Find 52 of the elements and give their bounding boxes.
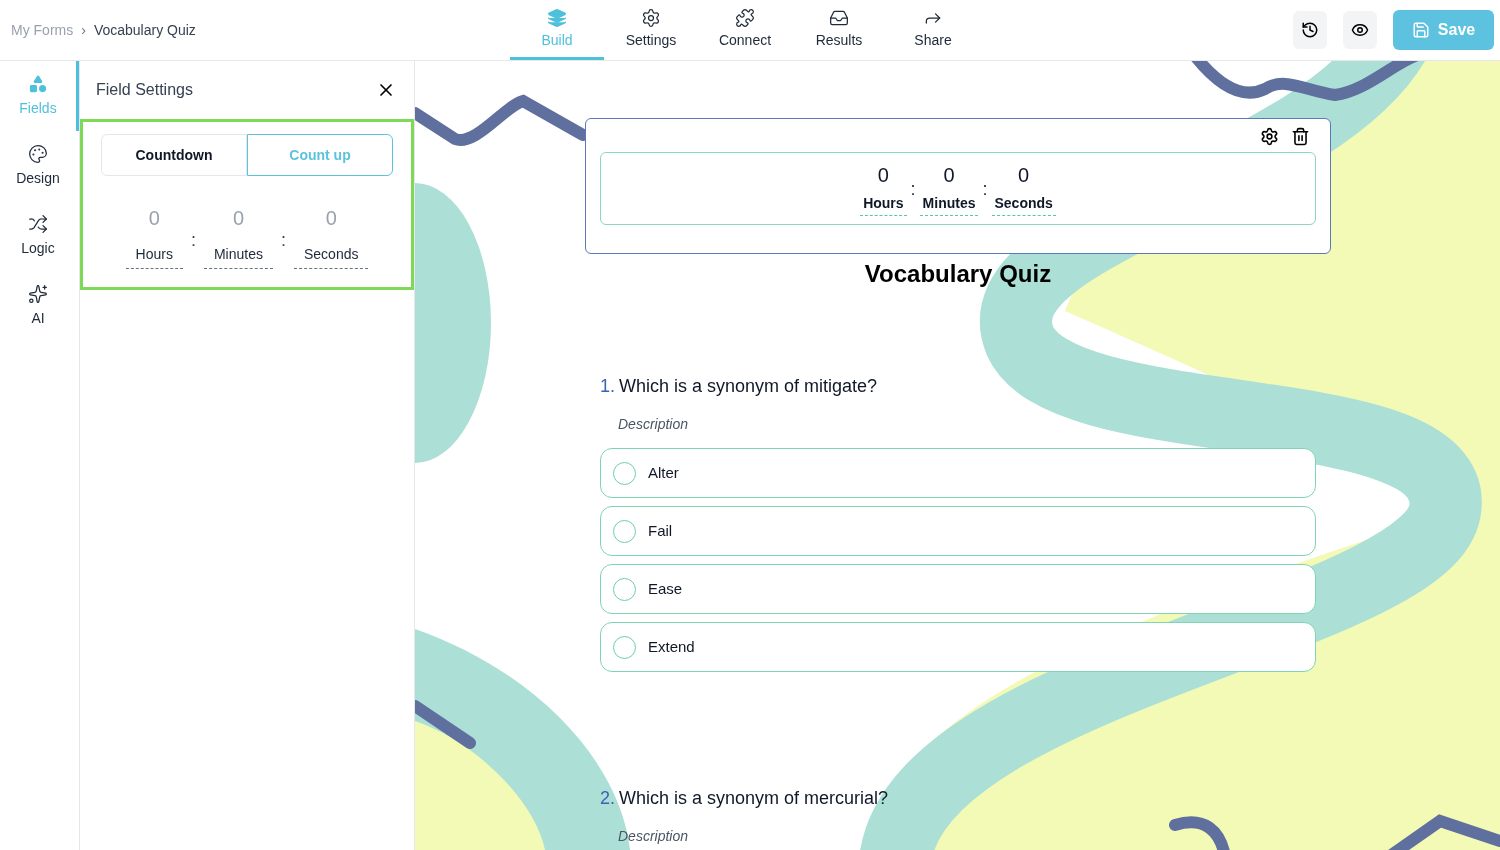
time-value: 0 [1018, 163, 1030, 188]
time-value: 0 [148, 206, 160, 231]
time-unit-label[interactable]: Seconds [991, 193, 1056, 216]
time-unit-label[interactable]: Minutes [203, 244, 273, 269]
sidebar-item[interactable]: Logic [0, 201, 79, 271]
timer-field-card[interactable]: 0 Hours : 0 Minutes : 0 Seconds [585, 118, 1331, 254]
nav-tab[interactable]: Connect [698, 0, 792, 60]
time-unit-label[interactable]: Minutes [919, 193, 979, 216]
nav-tab[interactable]: Settings [604, 0, 698, 60]
colon-separator: : [981, 178, 989, 201]
puzzle-icon [735, 7, 755, 28]
answer-option[interactable]: Ease [600, 564, 1316, 614]
time-unit-label[interactable]: Hours [860, 193, 907, 216]
breadcrumb-separator: › [81, 21, 86, 40]
sparkles-icon [28, 284, 48, 304]
question-description: Description [617, 827, 690, 846]
time-value: 0 [232, 206, 244, 231]
preview-button[interactable] [1343, 11, 1377, 49]
colon-separator: : [279, 229, 287, 252]
shuffle-icon [28, 214, 48, 234]
gear-icon [641, 7, 661, 28]
gear-icon[interactable] [1260, 127, 1279, 146]
nav-tab[interactable]: Share [886, 0, 980, 60]
colon-separator: : [189, 229, 197, 252]
question-text: Which is a synonym of mitigate? [619, 375, 878, 398]
question-description: Description [617, 415, 690, 434]
panel-title: Field Settings [96, 80, 193, 100]
form-title: Vocabulary Quiz [863, 259, 1053, 289]
sidebar-item[interactable]: Design [0, 131, 79, 201]
shapes-icon [28, 74, 48, 94]
sidebar-item[interactable]: AI [0, 271, 79, 341]
breadcrumb-current: Vocabulary Quiz [93, 21, 196, 40]
history-icon [1301, 21, 1319, 39]
trash-icon[interactable] [1291, 127, 1310, 146]
history-button[interactable] [1293, 11, 1327, 49]
time-value: 0 [325, 206, 337, 231]
question-number: 1. [600, 375, 615, 398]
layers-icon [547, 7, 567, 28]
answer-option[interactable]: Alter [600, 448, 1316, 498]
answer-option[interactable]: Extend [600, 622, 1316, 672]
answer-option[interactable]: Fail [600, 506, 1316, 556]
colon-separator: : [909, 178, 917, 201]
palette-icon [28, 144, 48, 164]
time-unit-label[interactable]: Hours [125, 244, 183, 269]
question-text: Which is a synonym of mercurial? [619, 787, 889, 810]
eye-icon [1351, 21, 1369, 39]
time-value: 0 [877, 163, 889, 188]
nav-tab[interactable]: Results [792, 0, 886, 60]
mode-tab[interactable]: Countdown [101, 134, 247, 176]
time-unit-label[interactable]: Seconds [293, 244, 369, 269]
question-number: 2. [600, 787, 615, 810]
time-value: 0 [943, 163, 955, 188]
